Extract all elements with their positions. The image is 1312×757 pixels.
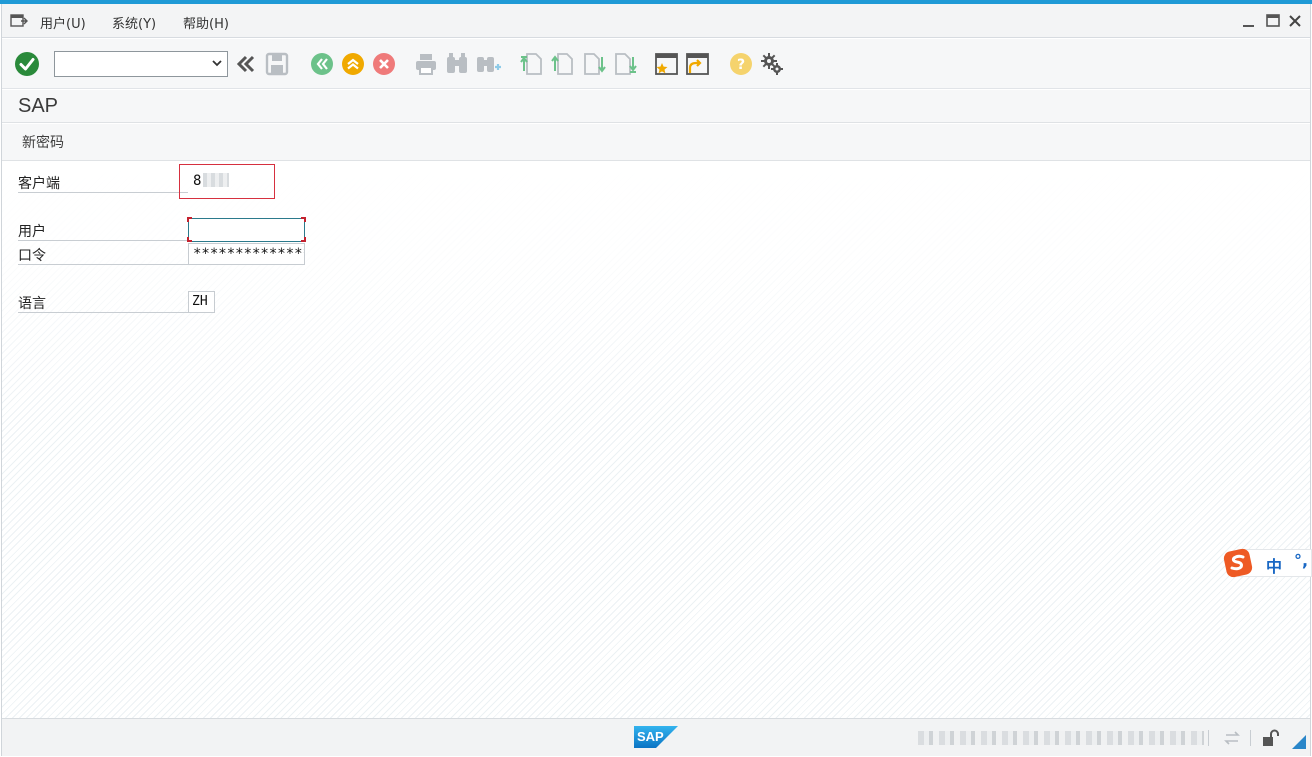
find-icon[interactable] (444, 51, 470, 77)
close-icon[interactable] (1286, 12, 1304, 30)
menu-icon[interactable] (10, 13, 28, 29)
system-toolbar: ? (2, 39, 1310, 89)
new-session-icon[interactable] (653, 51, 679, 77)
focus-corner (301, 217, 306, 222)
status-divider (1208, 730, 1209, 746)
last-page-icon[interactable] (612, 51, 638, 77)
ime-toolbar[interactable]: 中 °, (1220, 548, 1312, 578)
menu-bar: 用户(U) 系统(Y) 帮助(H) (2, 4, 1310, 38)
page-title: SAP (18, 95, 59, 117)
menu-system[interactable]: 系统(Y) (112, 13, 156, 32)
redacted-text (203, 173, 230, 187)
ime-mode[interactable]: 中 (1266, 553, 1282, 577)
status-divider (1250, 730, 1251, 746)
minimize-icon[interactable] (1240, 12, 1258, 30)
password-value: ************** (193, 246, 305, 262)
focus-corner (187, 217, 192, 222)
password-label: 口令 (18, 241, 188, 265)
find-next-icon[interactable] (475, 51, 501, 77)
sap-logo: SAP (634, 726, 678, 748)
lock-icon[interactable] (1260, 728, 1280, 748)
resize-grip-icon[interactable] (1290, 733, 1310, 753)
menu-user[interactable]: 用户(U) (40, 13, 86, 32)
system-info-redacted (918, 731, 1204, 745)
fast-back-icon[interactable] (233, 51, 259, 77)
first-page-icon[interactable] (519, 51, 545, 77)
enter-icon[interactable] (14, 51, 40, 77)
command-field[interactable] (54, 51, 228, 77)
svg-text:?: ? (737, 57, 745, 73)
create-shortcut-icon[interactable] (684, 51, 710, 77)
status-bar: SAP (2, 718, 1310, 756)
language-value: ZH (192, 294, 208, 309)
exit-icon[interactable] (340, 51, 366, 77)
connection-icon[interactable] (1222, 728, 1242, 748)
menu-help[interactable]: 帮助(H) (183, 13, 229, 32)
ime-punctuation[interactable]: °, (1294, 551, 1308, 570)
focus-corner (301, 237, 306, 242)
password-field[interactable]: ************** (188, 243, 305, 265)
back-icon[interactable] (309, 51, 335, 77)
chevron-down-icon[interactable] (211, 57, 223, 69)
new-password-button[interactable]: 新密码 (14, 132, 72, 152)
language-label: 语言 (18, 289, 188, 313)
client-label: 客户端 (18, 169, 188, 193)
customize-layout-icon[interactable] (759, 51, 785, 77)
user-label: 用户 (18, 217, 188, 241)
cancel-icon[interactable] (371, 51, 397, 77)
client-value: 8 (193, 173, 202, 189)
user-field[interactable] (188, 218, 305, 242)
save-icon[interactable] (264, 51, 290, 77)
language-field[interactable]: ZH (188, 291, 215, 313)
sogou-logo-icon[interactable] (1222, 548, 1254, 578)
maximize-icon[interactable] (1264, 12, 1282, 30)
next-page-icon[interactable] (581, 51, 607, 77)
application-toolbar: 新密码 (2, 124, 1310, 161)
help-icon[interactable]: ? (728, 51, 754, 77)
login-screen: 客户端 8 用户 口令 ************** 语言 ZH (2, 162, 1310, 718)
client-field[interactable]: 8 (188, 170, 234, 192)
previous-page-icon[interactable] (550, 51, 576, 77)
title-bar: SAP (2, 90, 1310, 123)
sap-logo-text: SAP (637, 729, 664, 744)
print-icon[interactable] (413, 51, 439, 77)
